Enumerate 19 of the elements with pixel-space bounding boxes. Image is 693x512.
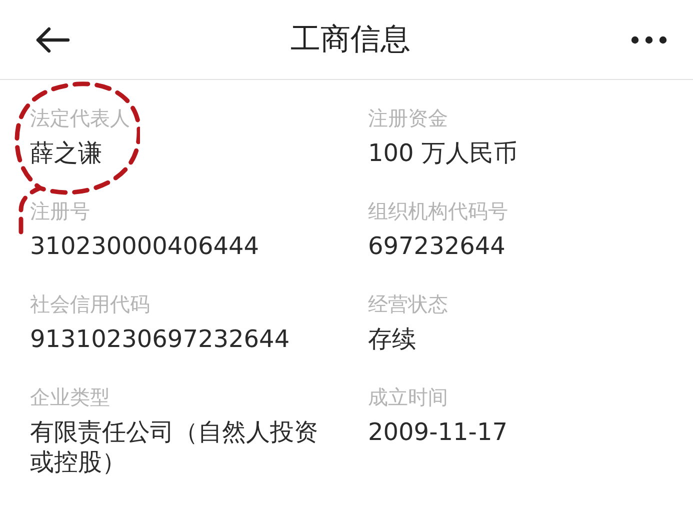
field-label: 注册资金 bbox=[368, 105, 448, 132]
field-value: 310230000406444 bbox=[30, 231, 260, 261]
field-value: 91310230697232644 bbox=[30, 324, 291, 354]
field-label: 企业类型 bbox=[30, 384, 110, 411]
field-label: 成立时间 bbox=[368, 384, 448, 411]
field-label: 组织机构代码号 bbox=[368, 198, 508, 225]
field-value: 薛之谦 bbox=[30, 138, 103, 168]
field-value: 100 万人民币 bbox=[368, 138, 518, 168]
field-value: 697232644 bbox=[368, 231, 506, 261]
field-label: 经营状态 bbox=[368, 291, 448, 318]
field-label: 注册号 bbox=[30, 198, 90, 225]
field-value: 2009-11-17 bbox=[368, 417, 508, 447]
field-value: 有限责任公司（自然人投资或控股） bbox=[30, 417, 319, 477]
field-label: 法定代表人 bbox=[30, 105, 130, 132]
more-icon[interactable] bbox=[631, 36, 667, 44]
back-icon[interactable] bbox=[34, 26, 70, 54]
field-label: 社会信用代码 bbox=[30, 291, 150, 318]
page-title: 工商信息 bbox=[290, 21, 410, 59]
field-value: 存续 bbox=[368, 324, 417, 354]
